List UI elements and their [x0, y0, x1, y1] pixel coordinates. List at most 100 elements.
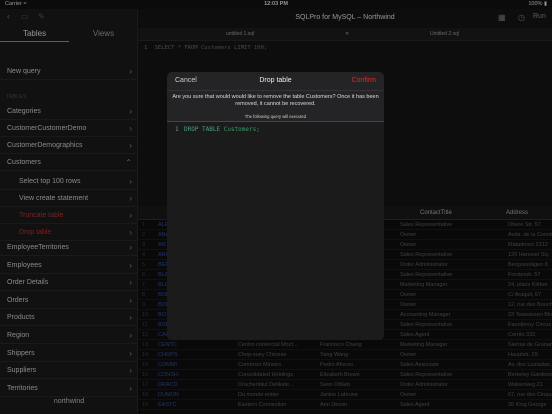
action-label: Drop table [19, 229, 52, 236]
table-cell: 18 [142, 392, 149, 398]
table-cell: Pedro Afonso [320, 362, 354, 368]
table-item[interactable]: CustomerCustomerDemo › [0, 120, 138, 137]
table-cell: 15 [142, 362, 149, 368]
column-header-contacttitle[interactable]: ContactTitle [420, 210, 452, 216]
table-cell: Owner [400, 292, 417, 298]
table-cell: 11 [142, 322, 148, 328]
table-item[interactable]: Employees › [0, 257, 138, 274]
table-cell: Owner [400, 302, 417, 308]
column-header-address[interactable]: Address [506, 210, 528, 216]
new-query-item[interactable]: New query › [0, 63, 138, 80]
table-item[interactable]: Territories › [0, 380, 138, 397]
table-cell: Marketing Manager [400, 282, 448, 288]
table-cell: 8 [142, 292, 146, 298]
grid-icon[interactable]: ▦ [498, 13, 506, 22]
confirm-button[interactable]: Confirm [351, 77, 376, 84]
table-item-label: Customers [7, 159, 41, 166]
tab-untitled-1[interactable]: untitled 1.sql [226, 31, 254, 37]
segment-views[interactable]: Views [69, 28, 138, 42]
table-cell: CHOPS [158, 352, 178, 358]
table-cell: EASTC [158, 402, 177, 408]
table-cell: Ann Devon [320, 402, 348, 408]
chevron-right-icon: › [129, 211, 132, 220]
chevron-right-icon: › [129, 177, 132, 186]
action-select-top-rows[interactable]: Select top 100 rows › [0, 173, 138, 190]
table-item[interactable]: Orders › [0, 292, 138, 309]
table-cell: 23 Tsawassen Blvd. [508, 312, 552, 318]
table-cell: 13 [142, 342, 149, 348]
action-view-create-statement[interactable]: View create statement › [0, 190, 138, 207]
chevron-right-icon: › [129, 331, 132, 340]
table-cell: 6 [142, 272, 146, 278]
chevron-right-icon: › [129, 194, 132, 203]
table-item[interactable]: Suppliers › [0, 362, 138, 379]
chevron-right-icon: › [129, 296, 132, 305]
table-cell: 16 [142, 372, 149, 378]
table-cell: Hauptstr. 29 [508, 352, 538, 358]
run-button[interactable]: Run [533, 13, 546, 20]
clock-icon[interactable]: ◷ [518, 13, 525, 22]
dialog-header: Cancel Drop table Confirm [167, 72, 384, 91]
action-label: Truncate table [19, 212, 64, 219]
drop-table-dialog: Cancel Drop table Confirm Are you sure t… [167, 72, 384, 340]
table-cell: Marketing Manager [400, 342, 448, 348]
table-row[interactable]: 16 CONSH Consolidated Holdings Elizabeth Br… [138, 371, 552, 380]
table-item[interactable]: Shippers › [0, 345, 138, 362]
table-cell: Sales Representative [400, 252, 453, 258]
chevron-right-icon: › [129, 349, 132, 358]
table-item-label: EmployeeTerritories [7, 244, 69, 251]
table-cell: Sales Representative [400, 222, 453, 228]
sidebar: ‹ ▭ ✎ Tables Views New query › TABLES Ca… [0, 9, 138, 414]
dialog-query-preview: 1 DROP TABLE Customers; [167, 121, 384, 340]
table-item[interactable]: CustomerDemographics › [0, 137, 138, 154]
table-item[interactable]: Products › [0, 309, 138, 326]
tab-close-icon[interactable]: ✕ [345, 31, 349, 37]
chevron-right-icon: › [129, 313, 132, 322]
table-cell: 4 [142, 252, 146, 258]
table-cell: 19 [142, 402, 149, 408]
table-row[interactable]: 14 CHOPS Chop-suey Chinese Yang Wang Owner Ha… [138, 351, 552, 360]
database-name: northwind [53, 398, 85, 405]
query-tabs: untitled 1.sql ✕ Untitled 2.sql [138, 28, 552, 41]
line-number: 1 [144, 45, 148, 51]
chevron-right-icon: › [129, 384, 132, 393]
table-cell: 17 [142, 382, 149, 388]
table-item[interactable]: Categories › [0, 103, 138, 120]
table-row[interactable]: 18 DUMON Du monde entier Janine Labrune Owne… [138, 391, 552, 400]
table-cell: 10 [142, 312, 149, 318]
dialog-note: The following query will executed [244, 114, 307, 119]
tab-untitled-2[interactable]: Untitled 2.sql [430, 31, 459, 37]
chevron-right-icon: › [129, 366, 132, 375]
table-cell: 14 [142, 352, 149, 358]
table-item-customers[interactable]: Customers ⌃ [0, 154, 138, 171]
table-cell: Centro comercial Moct... [238, 342, 298, 348]
action-truncate-table[interactable]: Truncate table › [0, 207, 138, 224]
table-cell: Avda. de la Constitución 2222 [508, 232, 552, 238]
table-cell: Drachenblut Delikate... [238, 382, 294, 388]
table-cell: Berkeley Gardens 12 Brewery [508, 372, 552, 378]
query-keyword: DROP TABLE [184, 126, 221, 133]
segment-tables[interactable]: Tables [0, 28, 69, 42]
table-row[interactable]: 17 DRACD Drachenblut Delikate... Sven Ottli… [138, 381, 552, 390]
window-title: SQLPro for MySQL – Northwind [295, 14, 395, 21]
table-cell: 35 King George [508, 402, 547, 408]
table-item-label: Region [7, 332, 30, 339]
table-cell: Av. dos Lusíadas, 23 [508, 362, 552, 368]
table-cell: Accounting Manager [400, 312, 451, 318]
table-item[interactable]: EmployeeTerritories › [0, 239, 138, 256]
table-row[interactable]: 15 COMMI Comércio Mineiro Pedro Afonso Sales… [138, 361, 552, 370]
table-cell: Sales Representative [400, 322, 453, 328]
table-cell: Mataderos 2312 [508, 242, 548, 248]
table-row[interactable]: 19 EASTC Eastern Connection Ann Devon Sales … [138, 401, 552, 410]
action-label: Select top 100 rows [19, 178, 81, 185]
table-cell: Berguvsvägen 8 [508, 262, 548, 268]
table-cell: 3 [142, 242, 146, 248]
table-cell: Order Administrator [400, 382, 448, 388]
table-item[interactable]: Region › [0, 327, 138, 344]
table-row[interactable]: 13 CENTC Centro comercial Moct... Francisco… [138, 341, 552, 350]
table-cell: Chop-suey Chinese [238, 352, 287, 358]
table-cell: DRACD [158, 382, 178, 388]
table-cell: Sales Agent [400, 402, 430, 408]
table-item[interactable]: Order Details › [0, 274, 138, 291]
chevron-right-icon: › [129, 107, 132, 116]
